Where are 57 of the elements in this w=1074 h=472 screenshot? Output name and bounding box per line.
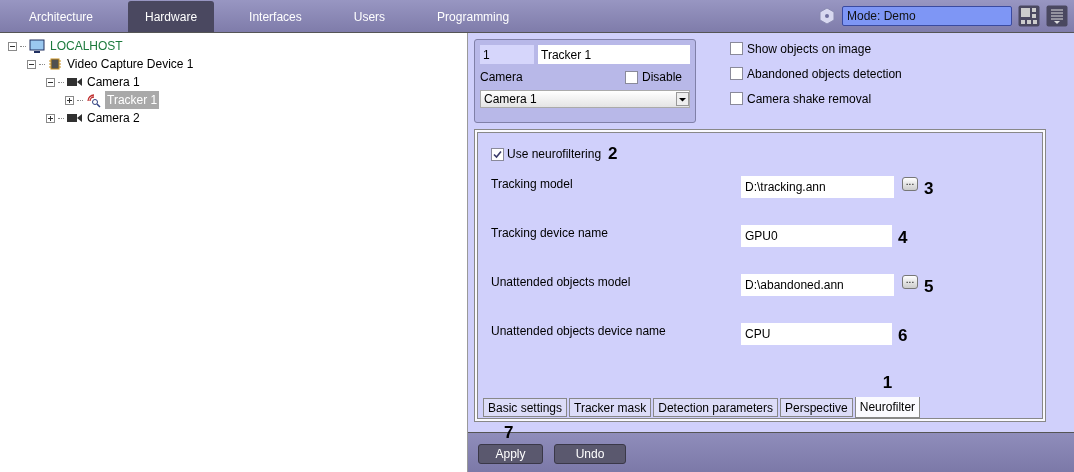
callout-number: 4 [898,228,908,247]
callout-number: 3 [924,179,934,198]
callout-number: 2 [608,144,618,163]
field-label: Tracking device name [491,225,609,242]
nav-tab[interactable]: Hardware [128,1,215,32]
id-field[interactable]: 1 [480,45,534,64]
name-field[interactable]: Tracker 1 [538,45,690,64]
layout-grid-icon[interactable] [1018,5,1040,27]
text-field[interactable]: D:\tracking.ann [741,176,894,198]
checkbox[interactable] [730,67,743,80]
tree-item[interactable]: Video Capture Device 1 [65,55,196,73]
option-label: Camera shake removal [747,90,872,108]
settings-tab[interactable]: Basic settings [483,398,568,417]
checkbox[interactable] [730,42,743,55]
tree-item[interactable]: Camera 1 [85,73,142,91]
expander-icon[interactable] [46,77,55,87]
expander-icon[interactable] [65,95,74,105]
expander-icon[interactable] [8,41,17,51]
callout-number: 5 [924,277,934,296]
tree-item[interactable]: LOCALHOST [48,37,125,55]
disable-label: Disable [641,69,682,86]
field-label: Tracking model [491,176,574,193]
camera-icon [67,113,82,123]
text-field[interactable]: GPU0 [741,225,892,247]
checkbox[interactable] [730,92,743,105]
camera-label: Camera [480,69,524,86]
settings-tab[interactable]: Detection parameters [653,398,778,417]
text-field[interactable]: CPU [741,323,892,345]
hexagon-icon[interactable] [818,7,836,25]
checkbox[interactable] [624,70,638,84]
action-button[interactable]: Apply [478,443,543,464]
tree-item[interactable]: Camera 2 [85,109,142,127]
mode-field[interactable]: Mode: Demo [842,6,1012,26]
neurofiltering-label: Use neurofiltering [507,146,602,163]
field-label: Unattended objects device name [491,323,667,340]
settings-tab[interactable]: Perspective [780,398,853,417]
camera-dropdown[interactable]: Camera 1 [480,90,690,108]
callout-number: 1 [882,373,893,392]
option-label: Abandoned objects detection [747,65,902,83]
settings-tab[interactable]: Neurofilter [854,397,921,418]
checkbox[interactable] [491,147,504,161]
browse-button[interactable]: ... [902,177,918,191]
monitor-icon [29,38,45,54]
chip-icon [48,57,62,71]
settings-tab[interactable]: Tracker mask [569,398,652,417]
tracker-icon [86,92,102,108]
option-label: Show objects on image [747,40,872,58]
camera-icon [67,77,82,87]
action-button[interactable]: Undo [554,443,626,464]
browse-button[interactable]: ... [902,275,918,289]
expander-icon[interactable] [46,113,55,123]
menu-icon[interactable] [1046,5,1068,27]
field-label: Unattended objects model [491,274,632,291]
callout-number: 6 [898,326,908,345]
text-field[interactable]: D:\abandoned.ann [741,274,894,296]
callout-number: 7 [504,422,514,442]
expander-icon[interactable] [27,59,36,69]
